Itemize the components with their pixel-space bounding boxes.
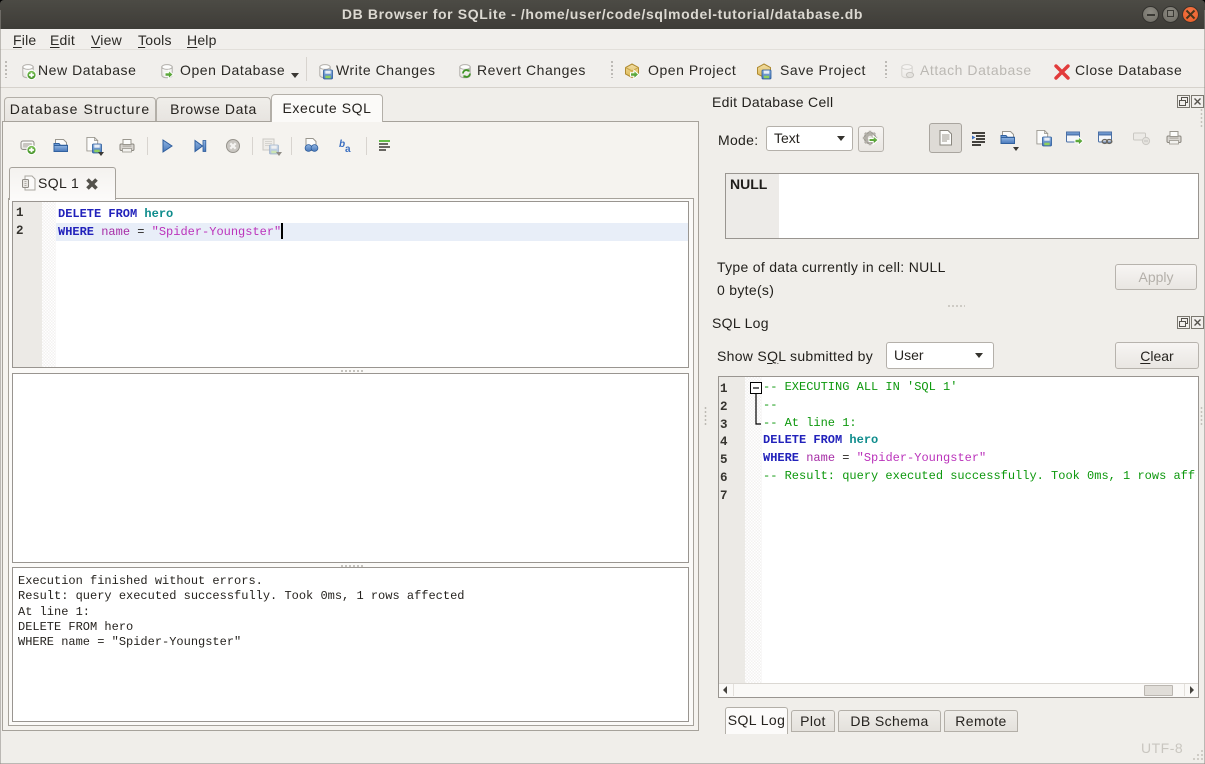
svg-text:a: a [345,144,351,155]
